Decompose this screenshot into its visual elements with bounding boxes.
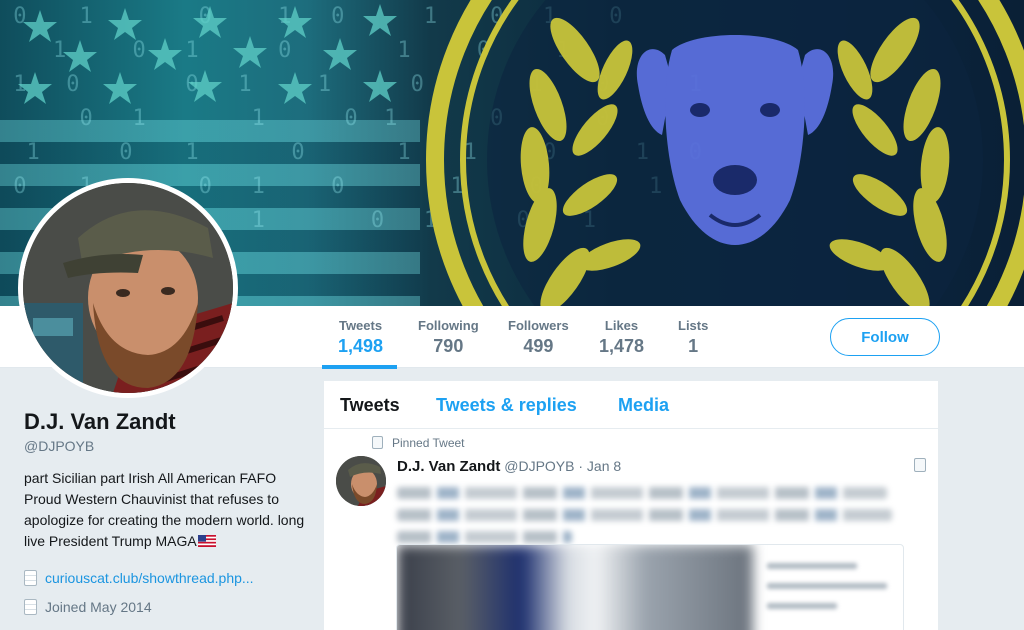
timeline: Tweets Tweets & replies Media Pinned Twe… <box>323 380 939 630</box>
profile-website-row: curiouscat.club/showthread.php... <box>24 570 254 586</box>
tweet-avatar-photo <box>336 456 386 506</box>
profile-avatar[interactable] <box>18 178 238 398</box>
tab-tweets-replies[interactable]: Tweets & replies <box>436 395 577 416</box>
tweet-author-name[interactable]: D.J. Van Zandt <box>397 458 500 475</box>
pin-icon <box>372 436 383 449</box>
stat-lists-label: Lists <box>678 318 709 333</box>
tab-tweets[interactable]: Tweets <box>340 395 400 416</box>
stat-followers[interactable]: Followers 499 <box>508 318 569 357</box>
avatar-photo <box>23 183 233 393</box>
profile-joined-row: Joined May 2014 <box>24 599 152 615</box>
follow-button[interactable]: Follow <box>830 318 940 356</box>
stat-followers-value: 499 <box>523 336 554 356</box>
tweet-header: D.J. Van Zandt @DJPOYB · Jan 8 <box>397 458 621 475</box>
stat-following-value: 790 <box>433 336 464 356</box>
stat-likes-label: Likes <box>604 318 639 333</box>
stat-tweets[interactable]: Tweets 1,498 <box>321 318 398 369</box>
pinned-tweet-text: Pinned Tweet <box>392 436 465 450</box>
stat-tweets-value: 1,498 <box>338 336 384 356</box>
tweet-media-card[interactable] <box>396 544 904 630</box>
profile-joined-date: Joined May 2014 <box>45 599 152 615</box>
us-flag-icon <box>197 535 216 547</box>
banner-dog-emblem <box>426 0 1024 306</box>
tweet-media-image-blurred <box>397 545 753 630</box>
stat-likes[interactable]: Likes 1,478 <box>599 318 644 357</box>
tweet-menu-icon[interactable] <box>914 458 926 472</box>
profile-name[interactable]: D.J. Van Zandt <box>24 409 176 435</box>
tweet-author-handle: @DJPOYB <box>504 458 575 474</box>
pinned-tweet-label: Pinned Tweet <box>372 436 465 450</box>
stat-lists[interactable]: Lists 1 <box>678 318 708 357</box>
link-icon <box>24 570 37 586</box>
tweet-date[interactable]: · Jan 8 <box>578 458 621 474</box>
tweet-avatar[interactable] <box>336 456 386 506</box>
stat-likes-value: 1,478 <box>599 336 645 356</box>
profile-bio: part Sicilian part Irish All American FA… <box>24 468 314 552</box>
stat-followers-label: Followers <box>508 318 569 333</box>
profile-website-link[interactable]: curiouscat.club/showthread.php... <box>45 570 254 586</box>
stat-lists-value: 1 <box>688 336 699 356</box>
stat-following-label: Following <box>418 318 479 333</box>
profile-handle: @DJPOYB <box>24 438 95 454</box>
timeline-tabs: Tweets Tweets & replies Media <box>324 381 938 429</box>
calendar-icon <box>24 599 37 615</box>
tweet-text-blurred <box>397 481 897 543</box>
stat-tweets-label: Tweets <box>338 318 383 333</box>
stat-following[interactable]: Following 790 <box>418 318 479 357</box>
profile-bio-text: part Sicilian part Irish All American FA… <box>24 470 305 549</box>
tab-media[interactable]: Media <box>618 395 669 416</box>
tweet-card-details-blurred <box>757 545 903 630</box>
